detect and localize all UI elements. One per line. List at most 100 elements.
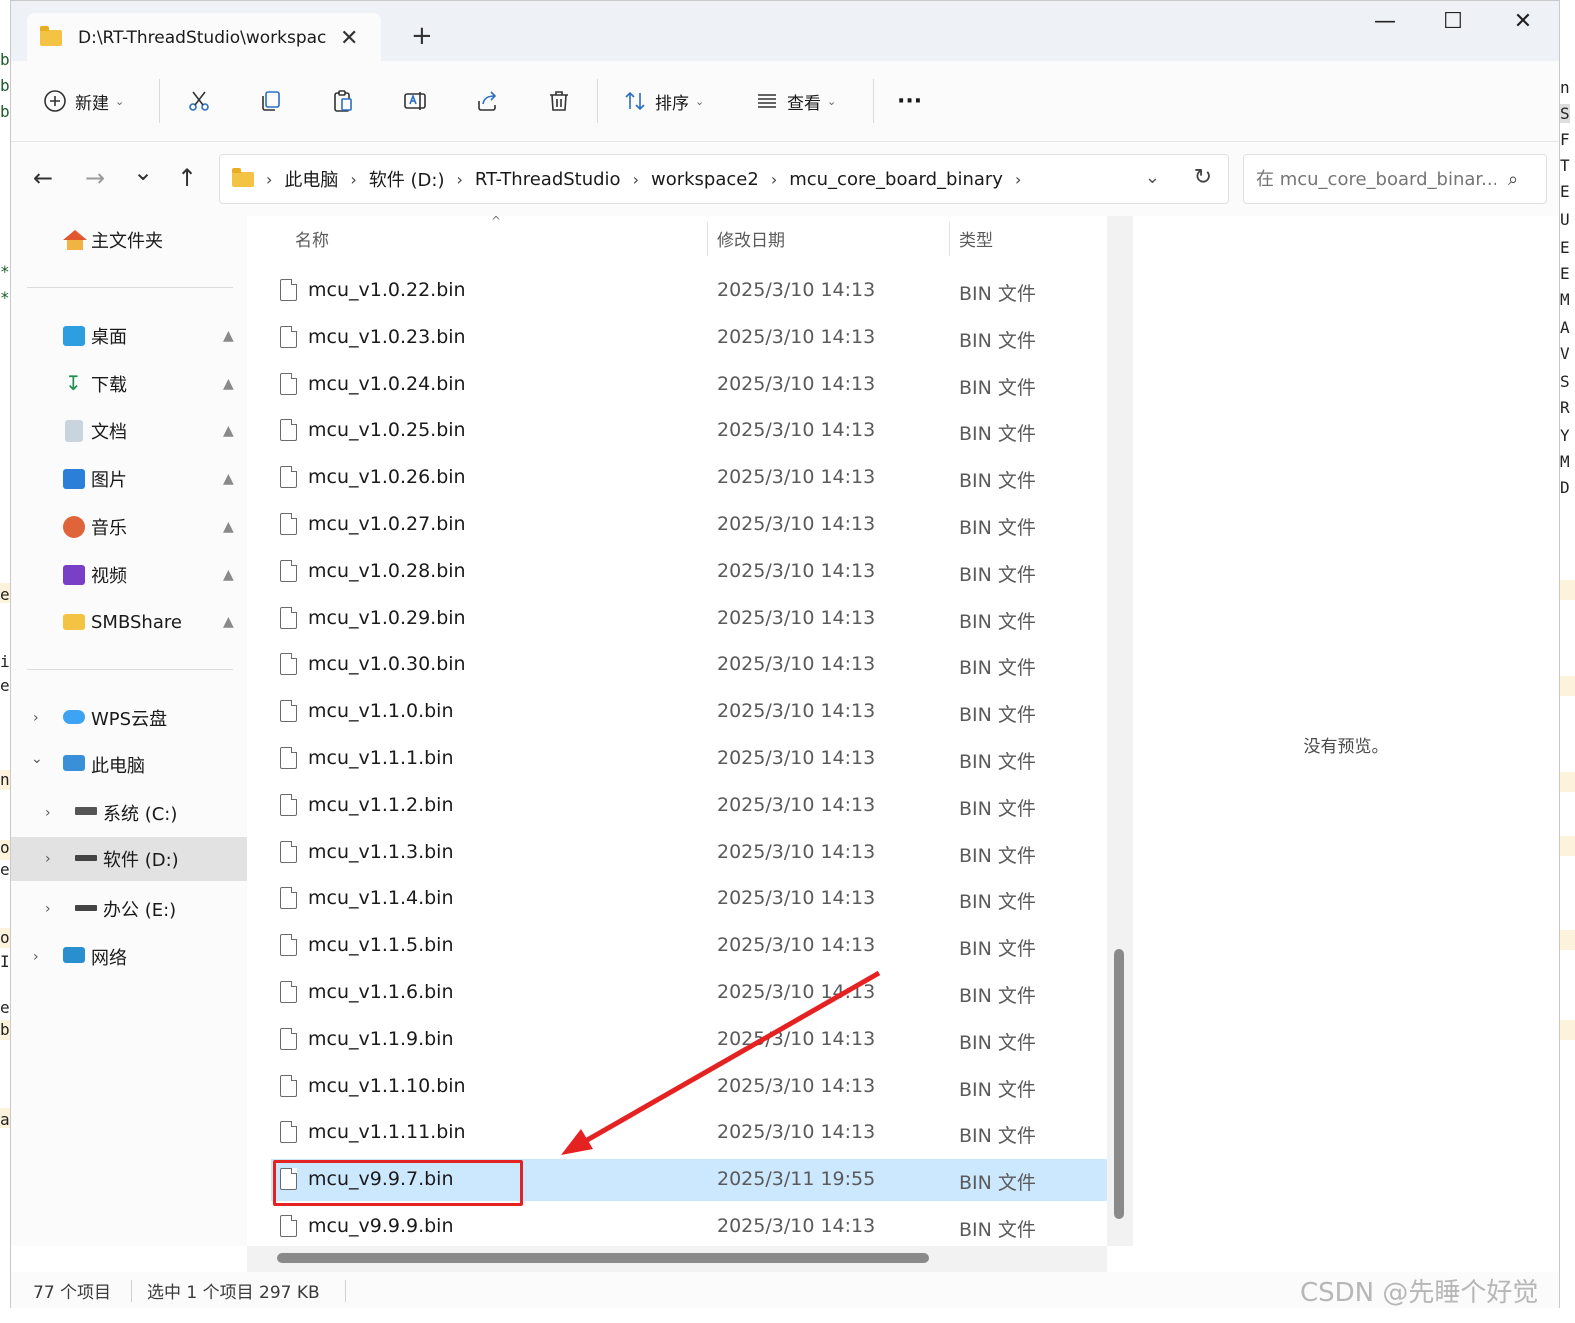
sidebar-item-wps-cloud[interactable]: › WPS云盘 <box>11 696 247 740</box>
desktop-icon <box>63 326 85 346</box>
sidebar-item-documents[interactable]: 文档 ▲ <box>11 409 247 453</box>
horizontal-scroll-thumb[interactable] <box>277 1253 929 1263</box>
forward-button[interactable]: → <box>85 164 105 192</box>
sidebar-item-videos[interactable]: 视频 ▲ <box>11 553 247 597</box>
pin-icon[interactable]: ▲ <box>223 423 234 439</box>
pin-icon[interactable]: ▲ <box>223 328 234 344</box>
column-divider[interactable] <box>949 222 950 256</box>
paste-button[interactable] <box>331 61 355 141</box>
file-icon <box>280 747 297 769</box>
pin-icon[interactable]: ▲ <box>223 376 234 392</box>
address-dropdown-icon[interactable]: ⌄ <box>1145 167 1160 188</box>
sidebar-item-label: 网络 <box>91 948 127 969</box>
bg-fragment: e <box>0 998 10 1017</box>
column-header-date[interactable]: 修改日期 <box>717 216 785 260</box>
pin-icon[interactable]: ▲ <box>223 567 234 583</box>
file-icon <box>280 419 297 442</box>
minimize-button[interactable]: — <box>1365 9 1405 34</box>
cut-button[interactable] <box>187 61 211 141</box>
chevron-right-icon[interactable]: › <box>33 949 39 965</box>
more-icon: ··· <box>897 88 923 114</box>
file-row[interactable]: mcu_v1.0.22.bin 2025/3/10 14:13 BIN 文件 <box>271 270 1107 312</box>
file-row[interactable]: mcu_v1.0.25.bin 2025/3/10 14:13 BIN 文件 <box>271 410 1107 452</box>
back-button[interactable]: ← <box>33 164 53 192</box>
file-row[interactable]: mcu_v1.1.4.bin 2025/3/10 14:13 BIN 文件 <box>271 878 1107 920</box>
file-row[interactable]: mcu_v9.9.7.bin 2025/3/11 19:55 BIN 文件 <box>271 1159 1107 1202</box>
chevron-right-icon[interactable]: › <box>33 710 39 726</box>
breadcrumb-workspace2[interactable]: workspace2 <box>651 169 759 190</box>
explorer-tab[interactable]: D:\RT-ThreadStudio\workspace2\mcu_core_b… <box>27 13 381 63</box>
file-row[interactable]: mcu_v1.0.24.bin 2025/3/10 14:13 BIN 文件 <box>271 364 1107 406</box>
sidebar-item-label: 桌面 <box>91 327 127 348</box>
file-row[interactable]: mcu_v1.1.2.bin 2025/3/10 14:13 BIN 文件 <box>271 785 1107 827</box>
file-row[interactable]: mcu_v1.0.27.bin 2025/3/10 14:13 BIN 文件 <box>271 504 1107 546</box>
sidebar-item-desktop[interactable]: 桌面 ▲ <box>11 314 247 358</box>
file-icon <box>280 887 297 910</box>
vertical-scroll-thumb[interactable] <box>1114 949 1124 1219</box>
share-button[interactable] <box>475 61 499 141</box>
sidebar-item-drive-e[interactable]: › 办公 (E:) <box>11 887 247 931</box>
file-row[interactable]: mcu_v1.0.23.bin 2025/3/10 14:13 BIN 文件 <box>271 317 1107 359</box>
file-row[interactable]: mcu_v9.9.9.bin 2025/3/10 14:13 BIN 文件 <box>271 1206 1107 1248</box>
sidebar-item-smbshare[interactable]: SMBShare ▲ <box>11 600 247 644</box>
recent-locations-button[interactable]: ⌄ <box>133 158 153 186</box>
sort-label: 排序 <box>655 93 689 114</box>
file-row[interactable]: mcu_v1.0.28.bin 2025/3/10 14:13 BIN 文件 <box>271 551 1107 593</box>
file-icon <box>280 793 297 816</box>
file-name: mcu_v1.1.4.bin <box>308 887 454 910</box>
sidebar-item-downloads[interactable]: ↧ 下载 ▲ <box>11 362 247 406</box>
sidebar-item-music[interactable]: 音乐 ▲ <box>11 505 247 549</box>
maximize-button[interactable]: ☐ <box>1433 9 1473 34</box>
copy-button[interactable] <box>259 61 283 141</box>
breadcrumb-this-pc[interactable]: 此电脑 <box>284 166 338 192</box>
file-icon <box>280 1168 297 1191</box>
breadcrumb-rt-threadstudio[interactable]: RT-ThreadStudio <box>475 169 621 190</box>
chevron-right-icon[interactable]: › <box>45 901 51 917</box>
drive-icon <box>75 905 97 911</box>
delete-button[interactable] <box>547 61 571 141</box>
pin-icon[interactable]: ▲ <box>223 614 234 630</box>
file-row[interactable]: mcu_v1.0.29.bin 2025/3/10 14:13 BIN 文件 <box>271 598 1107 640</box>
file-row[interactable]: mcu_v1.0.30.bin 2025/3/10 14:13 BIN 文件 <box>271 644 1107 686</box>
file-type: BIN 文件 <box>959 283 1036 305</box>
sidebar-item-pictures[interactable]: 图片 ▲ <box>11 457 247 501</box>
file-row[interactable]: mcu_v1.1.3.bin 2025/3/10 14:13 BIN 文件 <box>271 832 1107 874</box>
new-button[interactable]: 新建 ⌄ <box>43 61 124 141</box>
sidebar-item-this-pc[interactable]: ⌄ 此电脑 <box>11 743 247 787</box>
sidebar-item-drive-d[interactable]: › 软件 (D:) <box>11 837 247 881</box>
close-button[interactable]: ✕ <box>1503 9 1543 34</box>
file-row[interactable]: mcu_v1.1.0.bin 2025/3/10 14:13 BIN 文件 <box>271 691 1107 733</box>
file-row[interactable]: mcu_v1.1.1.bin 2025/3/10 14:13 BIN 文件 <box>271 738 1107 780</box>
search-input[interactable] <box>1254 167 1498 191</box>
file-row[interactable]: mcu_v1.0.26.bin 2025/3/10 14:13 BIN 文件 <box>271 457 1107 499</box>
tab-close-icon[interactable]: ✕ <box>340 26 358 51</box>
up-button[interactable]: ↑ <box>177 164 197 192</box>
video-icon <box>63 565 85 585</box>
sidebar-item-home[interactable]: 主文件夹 <box>11 218 247 262</box>
search-icon[interactable]: ⌕ <box>1508 169 1518 190</box>
sidebar-item-network[interactable]: › 网络 <box>11 935 247 979</box>
column-header-name[interactable]: 名称 <box>295 216 329 260</box>
address-bar[interactable]: › 此电脑 › 软件 (D:) › RT-ThreadStudio › work… <box>219 154 1229 204</box>
chevron-right-icon[interactable]: › <box>45 851 51 867</box>
chevron-down-icon[interactable]: ⌄ <box>31 751 43 767</box>
refresh-icon[interactable]: ↻ <box>1194 165 1212 190</box>
column-header-type[interactable]: 类型 <box>959 216 993 260</box>
chevron-right-icon[interactable]: › <box>45 805 51 821</box>
more-button[interactable]: ··· <box>897 61 922 141</box>
breadcrumb-drive-d[interactable]: 软件 (D:) <box>369 166 445 192</box>
rename-button[interactable] <box>403 61 427 141</box>
new-tab-button[interactable]: + <box>411 21 433 51</box>
file-icon <box>280 279 297 301</box>
sort-button[interactable]: 排序 ⌄ <box>623 61 704 141</box>
file-date: 2025/3/10 14:13 <box>717 887 876 910</box>
column-divider[interactable] <box>707 222 708 256</box>
bg-fragment: S <box>1560 104 1570 123</box>
search-box[interactable]: ⌕ <box>1243 154 1547 204</box>
pin-icon[interactable]: ▲ <box>223 519 234 535</box>
view-button[interactable]: 查看 ⌄ <box>755 61 836 141</box>
sidebar-item-drive-c[interactable]: › 系统 (C:) <box>11 791 247 835</box>
pin-icon[interactable]: ▲ <box>223 471 234 487</box>
file-icon <box>280 1121 297 1144</box>
breadcrumb-current-folder[interactable]: mcu_core_board_binary <box>789 169 1003 190</box>
